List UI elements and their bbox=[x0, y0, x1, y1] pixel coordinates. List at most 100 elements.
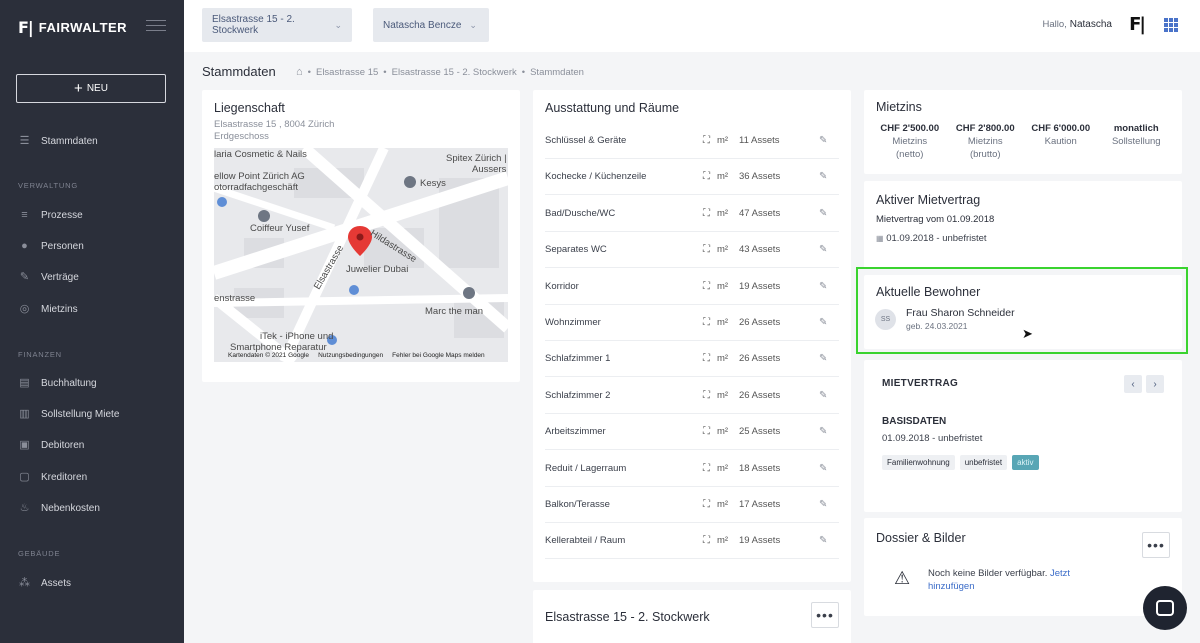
breadcrumb-item[interactable]: Elsastrasse 15 - 2. Stockwerk bbox=[392, 67, 517, 78]
room-name: Kellerabteil / Raum bbox=[545, 535, 626, 547]
menu-toggle-icon[interactable] bbox=[146, 20, 166, 35]
room-unit: m² bbox=[717, 280, 729, 292]
sidebar-item-mietzins[interactable]: ◎ Mietzins bbox=[18, 301, 78, 317]
apps-grid-icon[interactable] bbox=[1164, 18, 1178, 32]
contract-date: 01.09.2018 - unbefristet bbox=[882, 433, 983, 444]
sidebar-item-debitoren[interactable]: ▣ Debitoren bbox=[18, 437, 84, 453]
dossier-title: Dossier & Bilder bbox=[876, 531, 966, 545]
breadcrumb: ⌂ • Elsastrasse 15 • Elsastrasse 15 - 2.… bbox=[296, 66, 584, 78]
edit-icon[interactable]: ✎ bbox=[819, 353, 831, 364]
dossier-more-button[interactable]: ••• bbox=[1142, 532, 1170, 558]
app-logo[interactable]: F| FAIRWALTER bbox=[18, 17, 127, 37]
sidebar-item-assets[interactable]: ⁂ Assets bbox=[18, 575, 71, 591]
sidebar-item-kreditoren[interactable]: ▢ Kreditoren bbox=[18, 469, 87, 485]
sidebar-item-label: Sollstellung Miete bbox=[41, 408, 120, 420]
database-icon: ☰ bbox=[19, 135, 30, 147]
sidebar-item-personen[interactable]: ● Personen bbox=[18, 238, 84, 254]
section-title-verwaltung: VERWALTUNG bbox=[18, 181, 78, 190]
edit-icon[interactable]: ✎ bbox=[819, 281, 831, 292]
room-row[interactable]: Balkon/Terasse ⛶ m² 17 Assets ✎ bbox=[545, 487, 839, 523]
sidebar-item-prozesse[interactable]: ≡ Prozesse bbox=[18, 207, 83, 223]
mietzins-title: Mietzins bbox=[876, 100, 922, 114]
creditors-icon: ▢ bbox=[19, 471, 30, 483]
mietvertrag-link[interactable]: Mietvertrag vom 01.09.2018 bbox=[876, 214, 1170, 225]
expand-icon: ⛶ bbox=[703, 135, 710, 146]
user-logo-icon[interactable]: F| bbox=[1129, 14, 1146, 35]
room-name: Bad/Dusche/WC bbox=[545, 207, 616, 219]
edit-icon[interactable]: ✎ bbox=[819, 244, 831, 255]
room-row[interactable]: Schlüssel & Geräte ⛶ m² 11 Assets ✎ bbox=[545, 123, 839, 159]
home-icon[interactable]: ⌂ bbox=[296, 66, 303, 78]
debtors-icon: ▣ bbox=[19, 439, 30, 451]
edit-icon[interactable]: ✎ bbox=[819, 135, 831, 146]
greeting-text: Hallo, bbox=[1042, 19, 1067, 30]
map-label: Juwelier Dubai bbox=[346, 264, 409, 275]
money-icon: ◎ bbox=[19, 303, 30, 315]
room-row[interactable]: Wohnzimmer ⛶ m² 26 Assets ✎ bbox=[545, 305, 839, 341]
mouse-cursor-icon: ➤ bbox=[1022, 326, 1033, 341]
edit-icon[interactable]: ✎ bbox=[819, 463, 831, 474]
room-unit: m² bbox=[717, 207, 729, 219]
person-select[interactable]: Natascha Bencze ⌄ bbox=[373, 8, 489, 42]
sidebar-item-nebenkosten[interactable]: ♨ Nebenkosten bbox=[18, 500, 100, 516]
dossier-message: Noch keine Bilder verfügbar. Jetzt hinzu… bbox=[928, 567, 1108, 593]
flame-icon: ♨ bbox=[19, 502, 30, 514]
mietzins-card: Mietzins CHF 2'500.00 Mietzins (netto) C… bbox=[864, 90, 1182, 174]
room-row[interactable]: Kochecke / Küchenzeile ⛶ m² 36 Assets ✎ bbox=[545, 159, 839, 196]
basisdaten-title: BASISDATEN bbox=[882, 416, 947, 427]
room-row[interactable]: Schlafzimmer 1 ⛶ m² 26 Assets ✎ bbox=[545, 341, 839, 378]
aktiver-mietvertrag-title: Aktiver Mietvertrag bbox=[876, 193, 981, 207]
sidebar-item-vertraege[interactable]: ✎ Verträge bbox=[18, 269, 79, 285]
map-label: Kesys bbox=[420, 178, 446, 189]
map-terms-link[interactable]: Nutzungsbedingungen bbox=[318, 352, 383, 359]
object-more-button[interactable]: ••• bbox=[811, 602, 839, 628]
edit-icon[interactable]: ✎ bbox=[819, 499, 831, 510]
edit-icon[interactable]: ✎ bbox=[819, 208, 831, 219]
room-assets: 19 Assets bbox=[739, 280, 781, 292]
new-button[interactable]: + NEU bbox=[16, 74, 166, 103]
sidebar-item-label: Mietzins bbox=[41, 303, 78, 315]
room-unit: m² bbox=[717, 499, 729, 510]
prev-contract-button[interactable]: ‹ bbox=[1124, 375, 1142, 393]
mietvertrag-title: MIETVERTRAG bbox=[882, 378, 959, 389]
room-unit: m² bbox=[717, 535, 729, 547]
map-label: Spitex Zürich | bbox=[446, 153, 507, 164]
room-name: Balkon/Terasse bbox=[545, 499, 610, 510]
room-row[interactable]: Korridor ⛶ m² 19 Assets ✎ bbox=[545, 269, 839, 305]
edit-icon[interactable]: ✎ bbox=[819, 390, 831, 401]
mietzins-label: Mietzins bbox=[967, 136, 1003, 147]
room-row[interactable]: Bad/Dusche/WC ⛶ m² 47 Assets ✎ bbox=[545, 196, 839, 232]
dossier-card: Dossier & Bilder ••• ⚠ Noch keine Bilder… bbox=[864, 518, 1182, 616]
breadcrumb-item[interactable]: Elsastrasse 15 bbox=[316, 67, 378, 78]
room-row[interactable]: Reduit / Lagerraum ⛶ m² 18 Assets ✎ bbox=[545, 451, 839, 487]
sidebar-item-buchhaltung[interactable]: ▤ Buchhaltung bbox=[18, 375, 96, 391]
room-assets: 17 Assets bbox=[739, 499, 781, 510]
room-row[interactable]: Kellerabteil / Raum ⛶ m² 19 Assets ✎ bbox=[545, 523, 839, 560]
expand-icon: ⛶ bbox=[703, 535, 710, 547]
user-name: Natascha bbox=[1069, 19, 1112, 30]
room-row[interactable]: Arbeitszimmer ⛶ m² 25 Assets ✎ bbox=[545, 414, 839, 451]
sidebar-item-sollstellung-miete[interactable]: ▥ Sollstellung Miete bbox=[18, 406, 119, 422]
room-row[interactable]: Separates WC ⛶ m² 43 Assets ✎ bbox=[545, 232, 839, 269]
edit-icon[interactable]: ✎ bbox=[819, 171, 831, 182]
sidebar-item-stammdaten[interactable]: ☰ Stammdaten bbox=[18, 133, 98, 149]
chat-icon bbox=[1156, 600, 1174, 616]
expand-icon: ⛶ bbox=[703, 171, 710, 183]
sidebar-item-label: Prozesse bbox=[41, 209, 83, 221]
chat-launcher-button[interactable] bbox=[1143, 586, 1187, 630]
map[interactable]: laria Cosmetic & Nails Spitex Zürich | A… bbox=[214, 148, 508, 362]
status-badge: aktiv bbox=[1012, 455, 1039, 470]
room-name: Separates WC bbox=[545, 244, 607, 256]
room-assets: 26 Assets bbox=[739, 353, 781, 365]
mietzins-brutto: CHF 2'800.00 Mietzins (brutto) bbox=[948, 122, 1024, 161]
room-row[interactable]: Schlafzimmer 2 ⛶ m² 26 Assets ✎ bbox=[545, 378, 839, 414]
property-select[interactable]: Elsastrasse 15 - 2. Stockwerk ⌄ bbox=[202, 8, 352, 42]
next-contract-button[interactable]: › bbox=[1146, 375, 1164, 393]
edit-icon[interactable]: ✎ bbox=[819, 426, 831, 437]
edit-icon[interactable]: ✎ bbox=[819, 317, 831, 328]
dossier-message-text: Noch keine Bilder verfügbar. bbox=[928, 568, 1048, 579]
edit-icon[interactable]: ✎ bbox=[819, 535, 831, 546]
logo-mark: F| bbox=[18, 17, 34, 37]
expand-icon: ⛶ bbox=[703, 462, 710, 474]
map-report-link[interactable]: Fehler bei Google Maps melden bbox=[392, 352, 485, 359]
